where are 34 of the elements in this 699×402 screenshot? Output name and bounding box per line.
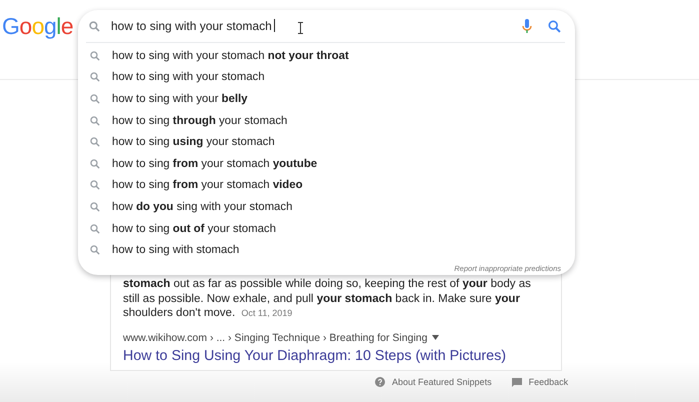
search-icon [90, 202, 100, 212]
suggestion-item[interactable]: how to sing with stomach [78, 239, 575, 261]
suggestion-item[interactable]: how to sing with your stomach [78, 66, 575, 88]
snippet-date: Oct 11, 2019 [241, 308, 292, 318]
suggestion-item[interactable]: how to sing out of your stomach [78, 218, 575, 240]
suggestion-item[interactable]: how to sing with your belly [78, 88, 575, 110]
dropdown-arrow-icon[interactable] [432, 335, 440, 340]
search-icon [90, 224, 100, 234]
suggestion-item[interactable]: how to sing from your stomach youtube [78, 152, 575, 175]
search-icon [90, 72, 100, 82]
logo[interactable]: Google [2, 12, 74, 40]
suggestion-item[interactable]: how to sing through your stomach [78, 110, 575, 132]
search-button[interactable] [548, 20, 561, 32]
search-icon [90, 94, 100, 104]
footer-link[interactable]: Feedback [528, 377, 568, 387]
suggestion-item[interactable]: how to sing from your stomach video [78, 174, 575, 196]
microphone-icon[interactable] [522, 18, 532, 34]
suggestion-item[interactable]: how to sing using your stomach [78, 131, 575, 153]
snippet-text: stomach out as far as possible while doing so, keeping the rest of your body as still as possible. Now exhale, and pull your stomach back in. Make sure your shoulders don't move. Oct 11, 2019 [123, 277, 532, 321]
feedback-icon [512, 378, 522, 386]
search-icon [89, 20, 100, 32]
footer-link[interactable]: About Featured Snippets [392, 377, 492, 387]
search-icon [90, 180, 100, 190]
suggestion-item[interactable]: how to sing with your stomach not your throat [78, 45, 575, 67]
search-icon [90, 137, 100, 148]
search-icon [90, 158, 100, 169]
search-field[interactable]: how to sing with your stomach [111, 19, 522, 33]
breadcrumb: www.wikihow.com › ... › Singing Technique › Breathing for Singing [123, 332, 428, 344]
search-icon [90, 116, 100, 126]
suggestion-item[interactable]: how do you sing with your stomach [78, 196, 575, 218]
text-cursor-icon [297, 22, 304, 34]
search-icon [90, 245, 100, 256]
result-title-link[interactable]: How to Sing Using Your Diaphragm: 10 Steps (with Pictures) [123, 348, 549, 364]
search-icon [90, 50, 100, 61]
